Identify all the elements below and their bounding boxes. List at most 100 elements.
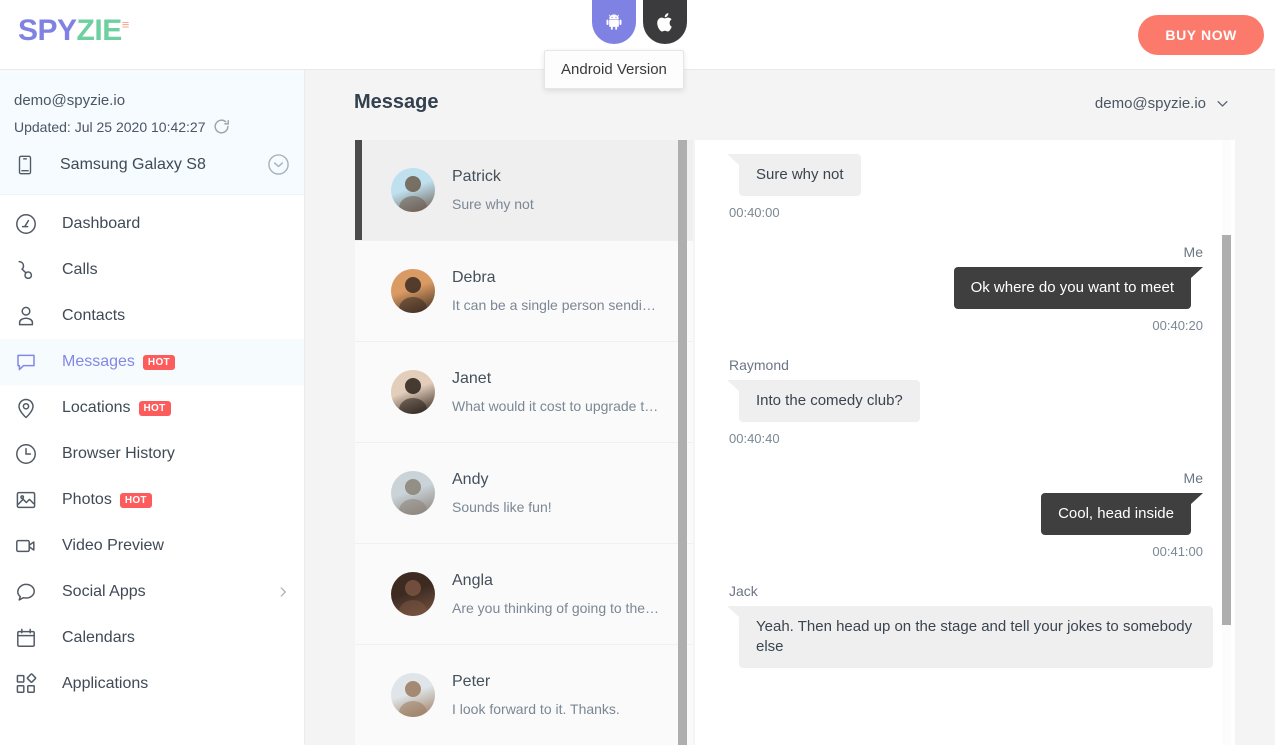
message-timestamp: 00:40:00 (729, 205, 780, 220)
message-bubble-row: Cool, head inside (717, 493, 1213, 535)
conversation-snippet: What would it cost to upgrade t… (452, 398, 659, 414)
chevron-down-icon (1217, 101, 1228, 107)
message-bubble[interactable]: Into the comedy club? (727, 380, 920, 422)
conversation-contact-name: Angla (452, 572, 493, 589)
sidebar-item-applications[interactable]: Applications (0, 661, 304, 707)
sidebar-item-locations[interactable]: Locations HOT (0, 385, 304, 431)
message-sender-label: Raymond (729, 357, 789, 373)
scrollbar-thumb[interactable] (1222, 235, 1231, 625)
android-version-tooltip: Android Version (544, 50, 684, 89)
logo-mark: ≡ (121, 17, 130, 32)
logo-text-zie: ZIE (76, 14, 123, 47)
avatar (391, 168, 435, 212)
conversation-text: Peter I look forward to it. Thanks. (452, 673, 620, 717)
hot-badge: HOT (138, 400, 171, 416)
conversation-snippet: I look forward to it. Thanks. (452, 701, 620, 717)
apps-grid-icon (16, 673, 37, 693)
avatar (391, 269, 435, 313)
sidebar-item-dashboard[interactable]: Dashboard (0, 201, 304, 247)
account-block: demo@spyzie.io Updated: Jul 25 2020 10:4… (0, 70, 304, 195)
hot-badge: HOT (119, 492, 152, 508)
map-pin-icon (18, 398, 34, 419)
avatar (391, 673, 435, 717)
conversation-snippet: It can be a single person sendi… (452, 297, 656, 313)
phone-icon (18, 260, 33, 280)
conversation-list[interactable]: Patrick Sure why not Debra It can be a sing… (355, 140, 693, 745)
refresh-icon[interactable] (212, 117, 231, 136)
calendar-icon (17, 628, 35, 647)
android-version-button[interactable] (592, 0, 636, 44)
sidebar: demo@spyzie.io Updated: Jul 25 2020 10:4… (0, 70, 305, 745)
conversation-list-item[interactable]: Debra It can be a single person sendi… (355, 241, 693, 342)
sidebar-item-label: Video Preview (62, 537, 164, 554)
message-bubble-row: Into the comedy club? (717, 380, 1213, 422)
chevron-right-icon (280, 587, 287, 597)
avatar (391, 471, 435, 515)
message-bubble[interactable]: Ok where do you want to meet (953, 267, 1204, 309)
phone-device-icon (18, 155, 32, 174)
conversation-snippet: Sure why not (452, 196, 534, 212)
sidebar-item-label: Social Apps (62, 583, 146, 600)
conversation-list-item[interactable]: Andy Sounds like fun! (355, 443, 693, 544)
sidebar-item-label: Browser History (62, 445, 175, 462)
spyzie-logo[interactable]: SPYZIE≡ (18, 14, 129, 48)
conversation-list-item[interactable]: Peter I look forward to it. Thanks. (355, 645, 693, 745)
conversation-list-item[interactable]: Angla Are you thinking of going to the… (355, 544, 693, 645)
chevron-down-icon[interactable] (267, 153, 290, 176)
sidebar-item-video-preview[interactable]: Video Preview (0, 523, 304, 569)
message-thread-scrollbar[interactable] (1222, 140, 1231, 745)
sidebar-item-label: Contacts (62, 307, 126, 324)
message-group: Raymond Into the comedy club? 00:40:40 (717, 333, 1213, 446)
conversation-contact-name: Peter (452, 673, 491, 690)
hot-badge: HOT (142, 354, 175, 370)
conversation-snippet: Are you thinking of going to the… (452, 600, 660, 616)
message-bubble-row: Sure why not (717, 154, 1213, 196)
buy-now-button[interactable]: BUY NOW (1138, 15, 1264, 55)
message-sender-label: Me (1183, 470, 1203, 486)
chat-bubble-icon (17, 354, 35, 371)
sidebar-item-label: Calendars (62, 629, 135, 646)
sidebar-nav: Dashboard Calls Contacts Messages HOT Locatio… (0, 195, 304, 707)
conversation-list-item[interactable]: Janet What would it cost to upgrade t… (355, 342, 693, 443)
conversation-text: Debra It can be a single person sendi… (452, 269, 656, 313)
android-icon (606, 14, 622, 30)
message-group: Jack Yeah. Then head up on the stage and … (717, 559, 1213, 668)
sidebar-item-photos[interactable]: Photos HOT (0, 477, 304, 523)
message-bubble[interactable]: Cool, head inside (1041, 493, 1203, 535)
user-account-label: demo@spyzie.io (1094, 95, 1206, 112)
message-bubble-row: Ok where do you want to meet (717, 267, 1213, 309)
conversation-text: Patrick Sure why not (452, 168, 534, 212)
speech-bubble-icon (17, 583, 35, 601)
os-version-toggle (592, 0, 687, 44)
device-name-label: Samsung Galaxy S8 (60, 155, 206, 173)
sidebar-item-browser-history[interactable]: Browser History (0, 431, 304, 477)
main-header: Message demo@spyzie.io (305, 70, 1275, 140)
conversation-list-item[interactable]: Patrick Sure why not (355, 140, 693, 241)
conversation-list-scrollbar[interactable] (678, 140, 687, 745)
message-bubble[interactable]: Sure why not (727, 154, 861, 196)
user-account-menu[interactable]: demo@spyzie.io (1095, 95, 1230, 112)
sidebar-item-calendars[interactable]: Calendars (0, 615, 304, 661)
message-bubble[interactable]: Yeah. Then head up on the stage and tell… (727, 606, 1213, 668)
sidebar-item-contacts[interactable]: Contacts (0, 293, 304, 339)
avatar (391, 572, 435, 616)
apple-version-button[interactable] (643, 0, 687, 44)
scrollbar-thumb[interactable] (678, 140, 687, 745)
sidebar-item-calls[interactable]: Calls (0, 247, 304, 293)
message-thread[interactable]: Sure why not 00:40:00 Me Ok where do you wa… (695, 140, 1235, 745)
avatar (391, 370, 435, 414)
sidebar-item-social-apps[interactable]: Social Apps (0, 569, 304, 615)
sidebar-item-label: Calls (62, 261, 98, 278)
video-camera-icon (16, 539, 35, 553)
sidebar-item-messages[interactable]: Messages HOT (0, 339, 304, 385)
dashboard-icon (16, 214, 36, 234)
conversation-contact-name: Patrick (452, 168, 501, 185)
message-timestamp: 00:41:00 (1152, 544, 1203, 559)
device-selector[interactable]: Samsung Galaxy S8 (0, 136, 304, 194)
sidebar-item-label: Photos (62, 491, 112, 508)
message-bubble-row: Yeah. Then head up on the stage and tell… (717, 606, 1213, 668)
conversation-contact-name: Debra (452, 269, 496, 286)
conversation-text: Andy Sounds like fun! (452, 471, 552, 515)
conversation-contact-name: Janet (452, 370, 492, 387)
message-timestamp: 00:40:20 (1152, 318, 1203, 333)
